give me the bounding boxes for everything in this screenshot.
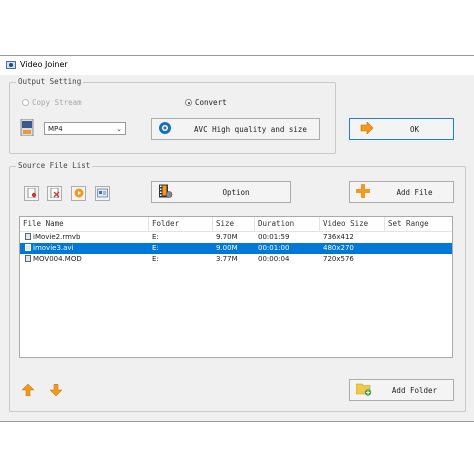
- remove-icon: [50, 187, 60, 200]
- column-header-folder[interactable]: Folder: [149, 217, 213, 231]
- cell-set-range: [385, 254, 388, 265]
- cell-file-name: iMovie2.rmvb: [22, 232, 81, 243]
- format-select-value: MP4: [48, 124, 63, 133]
- column-header-file-name[interactable]: File Name: [20, 217, 149, 231]
- cell-folder: E:: [152, 244, 159, 252]
- format-select[interactable]: MP4 ⌄: [44, 122, 126, 135]
- table-row[interactable]: MOV004.MOD E: 3.77M 00:00:04 720x576: [20, 254, 452, 265]
- arrow-right-icon: [360, 121, 374, 136]
- folder-add-icon: [355, 382, 372, 398]
- convert-radio[interactable]: Convert: [185, 98, 227, 107]
- cell-video-size: 720x576: [323, 255, 354, 263]
- option-button[interactable]: Option: [151, 181, 291, 203]
- plus-icon: [356, 184, 370, 200]
- title-bar: Video Joiner: [0, 56, 474, 75]
- move-down-icon[interactable]: [49, 383, 63, 398]
- column-header-size[interactable]: Size: [213, 217, 255, 231]
- cell-set-range: [385, 243, 388, 254]
- quality-button-label: AVC High quality and size: [194, 124, 307, 134]
- file-icon: [25, 255, 31, 262]
- column-header-duration[interactable]: Duration: [255, 217, 320, 231]
- ok-button-label: OK: [409, 124, 420, 134]
- cell-set-range: [385, 232, 388, 243]
- file-icon: [25, 233, 31, 240]
- window-title: Video Joiner: [20, 60, 68, 69]
- file-icon: [25, 244, 31, 251]
- cell-folder: E:: [152, 255, 159, 263]
- copy-stream-radio-circle[interactable]: [22, 99, 29, 106]
- add-file-button[interactable]: Add File: [349, 181, 454, 203]
- output-setting-label: Output Setting: [16, 77, 84, 86]
- cell-size: 3.77M: [216, 255, 238, 263]
- cell-size: 9.00M: [216, 244, 238, 252]
- file-table: File Name Folder Size Duration Video Siz…: [19, 216, 453, 358]
- move-up-icon[interactable]: [21, 383, 35, 398]
- add-folder-button-label: Add Folder: [391, 385, 438, 395]
- video-joiner-window: Video Joiner Output Setting Copy Stream …: [0, 55, 474, 422]
- app-icon: [5, 59, 17, 71]
- source-file-list-label: Source File List: [16, 161, 93, 170]
- cell-duration: 00:00:04: [258, 255, 290, 263]
- chevron-down-icon: ⌄: [116, 125, 122, 133]
- play-icon: [74, 188, 84, 200]
- cell-duration: 00:01:00: [258, 244, 290, 252]
- new-list-icon: [27, 187, 37, 200]
- cell-size: 9.70M: [216, 233, 238, 241]
- remove-file-button[interactable]: [47, 186, 62, 201]
- option-button-label: Option: [222, 187, 250, 197]
- table-row[interactable]: iMovie2.rmvb E: 9.70M 00:01:59 736x412: [20, 232, 452, 243]
- copy-stream-label: Copy Stream: [32, 98, 82, 107]
- format-icon: [19, 118, 35, 138]
- ok-button[interactable]: OK: [349, 118, 454, 140]
- convert-label: Convert: [195, 98, 227, 107]
- column-header-set-range[interactable]: Set Range: [385, 217, 452, 231]
- copy-stream-radio[interactable]: Copy Stream: [22, 98, 82, 107]
- quality-icon: [158, 121, 172, 137]
- cell-video-size: 736x412: [323, 233, 354, 241]
- new-list-button[interactable]: [24, 186, 39, 201]
- cell-file-name: MOV004.MOD: [22, 254, 82, 265]
- table-header: File Name Folder Size Duration Video Siz…: [20, 217, 452, 232]
- film-settings-icon: [158, 184, 173, 201]
- column-header-video-size[interactable]: Video Size: [320, 217, 385, 231]
- play-button[interactable]: [71, 186, 86, 201]
- cell-file-name: imovie3.avi: [22, 243, 74, 254]
- add-folder-button[interactable]: Add Folder: [349, 379, 454, 401]
- cell-video-size: 480x270: [323, 244, 354, 252]
- add-file-button-label: Add File: [396, 187, 433, 197]
- convert-radio-circle[interactable]: [185, 99, 192, 106]
- properties-button[interactable]: [95, 186, 110, 201]
- cell-duration: 00:01:59: [258, 233, 290, 241]
- table-row-selected[interactable]: imovie3.avi E: 9.00M 00:01:00 480x270: [20, 243, 452, 254]
- properties-icon: [97, 188, 108, 200]
- quality-button[interactable]: AVC High quality and size: [151, 118, 320, 140]
- cell-folder: E:: [152, 233, 159, 241]
